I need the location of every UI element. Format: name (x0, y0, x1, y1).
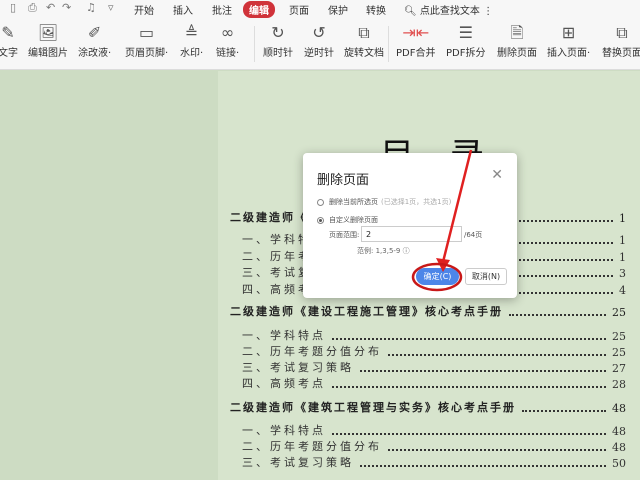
annotation-overlay (411, 149, 473, 292)
annotation-arrow (441, 149, 473, 263)
annotation-circle (411, 262, 463, 292)
